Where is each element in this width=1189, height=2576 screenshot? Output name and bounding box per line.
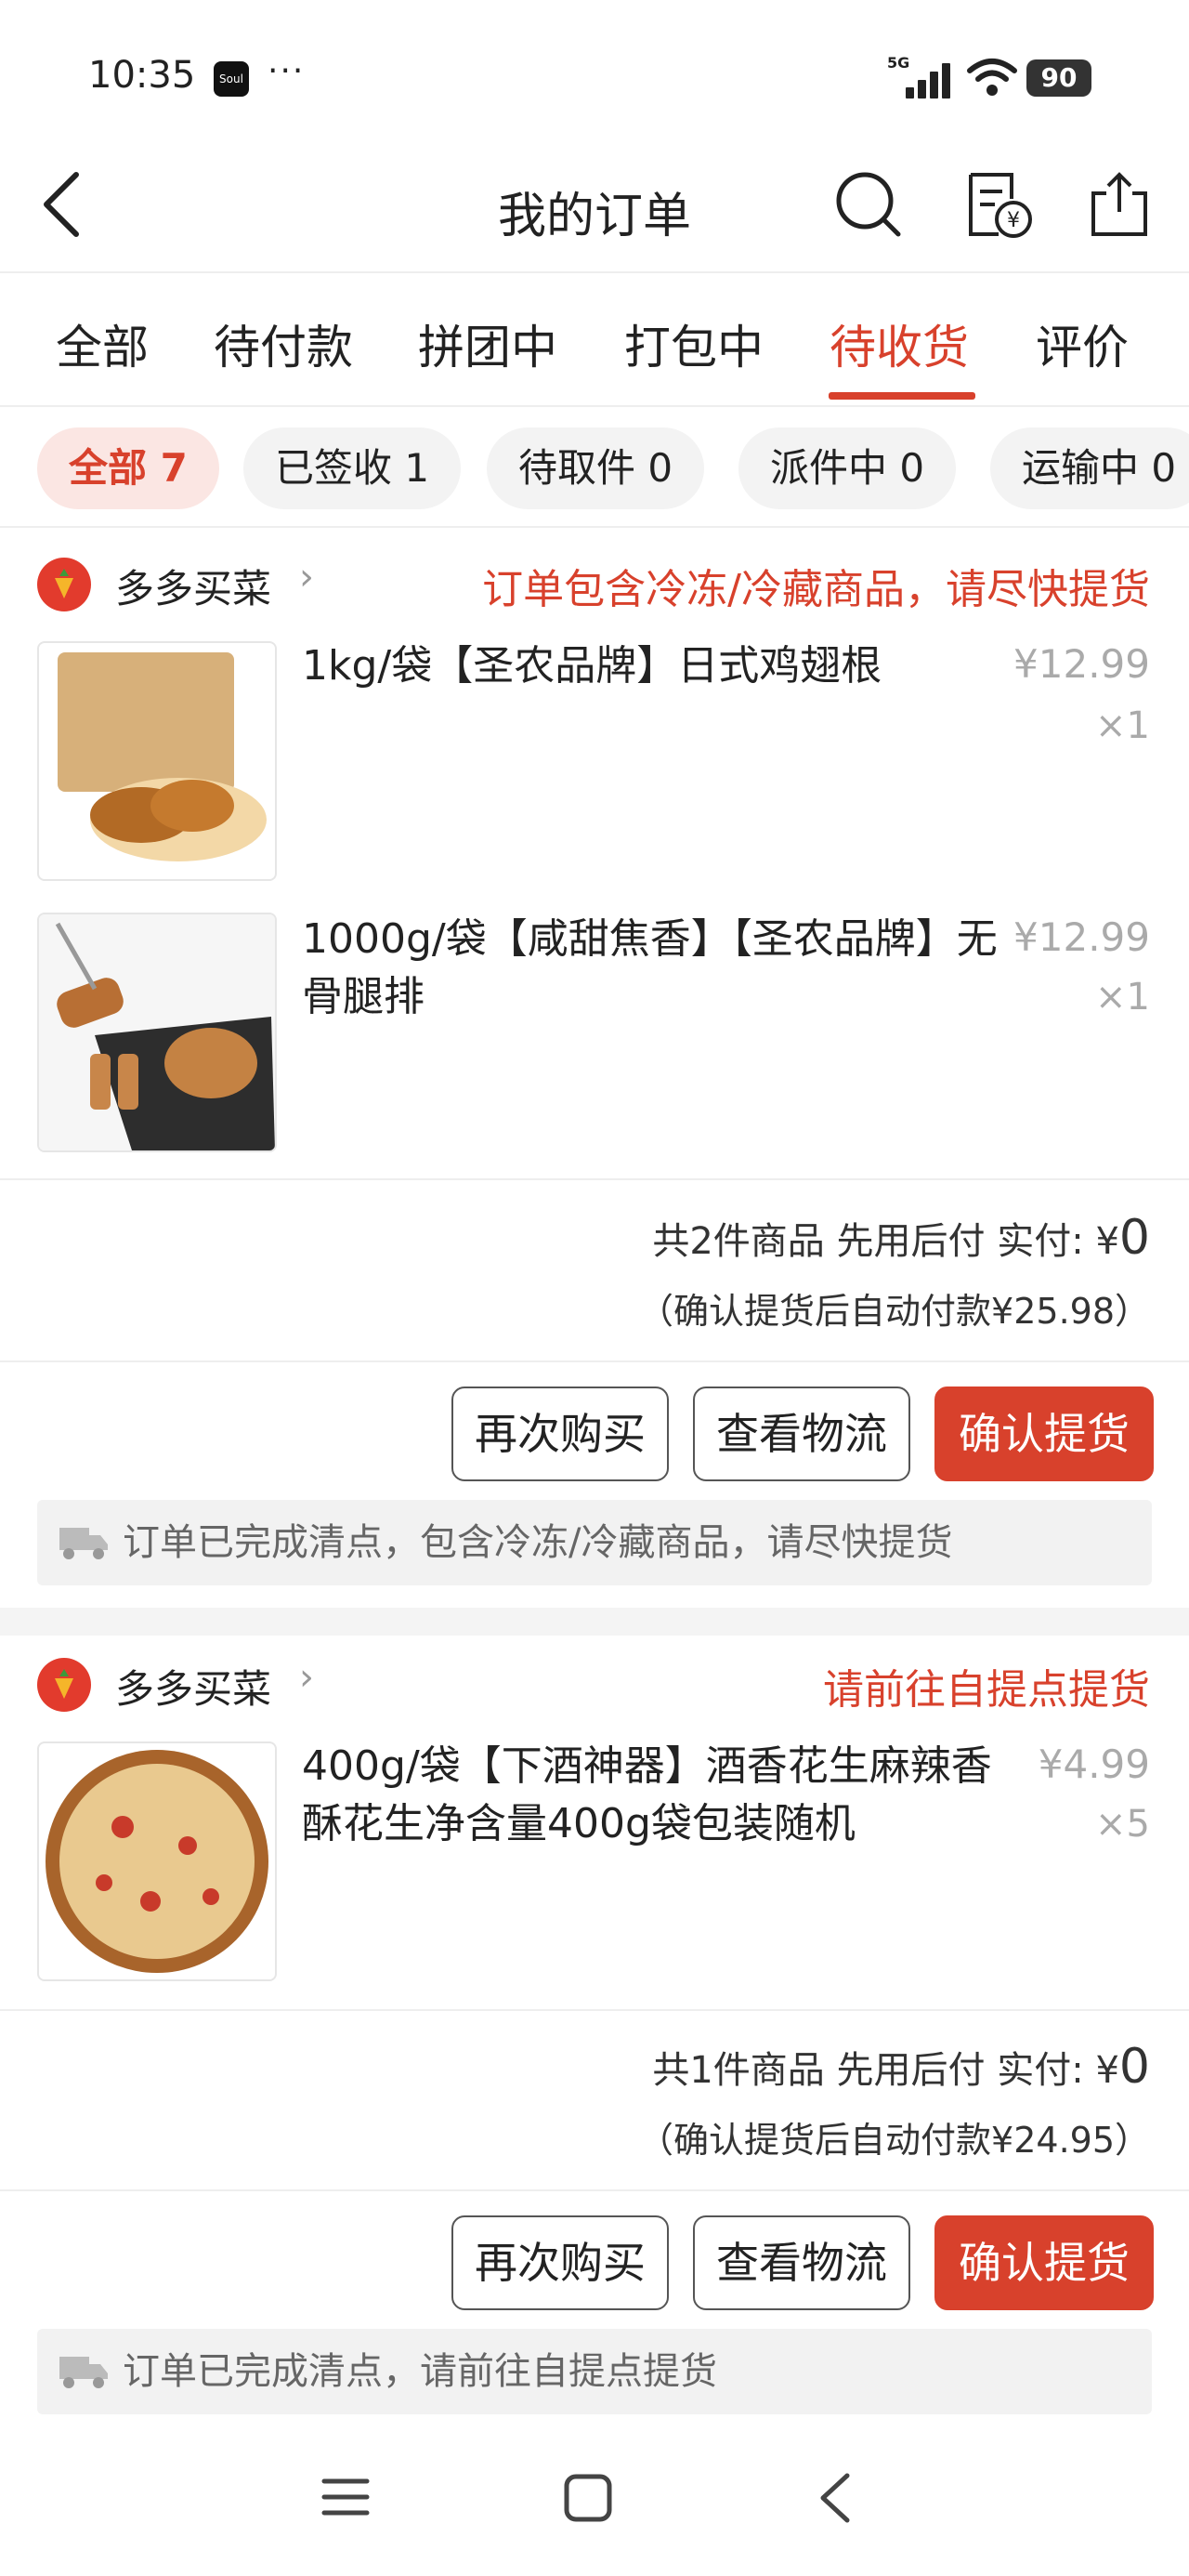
paid-label: 实付: bbox=[997, 2049, 1084, 2092]
product-image-peanuts[interactable] bbox=[37, 1741, 277, 1981]
battery-indicator: 90 bbox=[1026, 59, 1091, 97]
order-status-note: 请前往自提点提货 bbox=[823, 1666, 1150, 1714]
product-name[interactable]: 400g/袋【下酒神器】酒香花生麻辣香 酥花生净含量400g袋包装随机 bbox=[302, 1738, 1008, 1853]
confirm-pickup-button[interactable]: 确认提货 bbox=[934, 2215, 1154, 2310]
order-summary: 共2件商品 先用后付 实付: ¥0 bbox=[652, 1210, 1150, 1266]
banner-text: 订单已完成清点，请前往自提点提货 bbox=[123, 2350, 717, 2393]
tab-to-receive[interactable]: 待收货 bbox=[830, 310, 969, 377]
tab-packing[interactable]: 打包中 bbox=[624, 310, 764, 377]
status-time: 10:35 bbox=[88, 54, 196, 97]
truck-icon bbox=[59, 2357, 108, 2388]
tab-pending-payment[interactable]: 待付款 bbox=[214, 310, 353, 377]
divider bbox=[0, 2189, 1189, 2191]
chip-all[interactable]: 全部 7 bbox=[37, 427, 219, 509]
divider bbox=[0, 2009, 1189, 2011]
currency-symbol: ¥ bbox=[1095, 2049, 1119, 2092]
confirm-pickup-button[interactable]: 确认提货 bbox=[934, 1387, 1154, 1481]
order-tabs: 全部 待付款 拼团中 打包中 待收货 评价 bbox=[0, 273, 1189, 407]
product-name-line: 400g/袋【下酒神器】酒香花生麻辣香 bbox=[302, 1742, 992, 1790]
product-quantity: ×5 bbox=[1095, 1803, 1150, 1846]
paid-amount: 0 bbox=[1118, 1210, 1150, 1266]
chevron-right-icon[interactable]: › bbox=[299, 556, 314, 598]
soul-app-icon: Soul bbox=[214, 61, 249, 97]
chip-delivering[interactable]: 派件中 0 bbox=[738, 427, 957, 509]
chip-awaiting-pickup[interactable]: 待取件 0 bbox=[487, 427, 705, 509]
tab-all[interactable]: 全部 bbox=[56, 310, 149, 377]
product-price: ¥12.99 bbox=[1013, 914, 1150, 960]
product-price: ¥12.99 bbox=[1013, 641, 1150, 687]
active-tab-indicator bbox=[829, 392, 975, 400]
auto-pay-note: （确认提货后自动付款¥24.95） bbox=[638, 2120, 1150, 2161]
system-nav-bar bbox=[0, 2416, 1189, 2576]
signal-icon bbox=[906, 61, 952, 99]
tab-group-buying[interactable]: 拼团中 bbox=[418, 310, 557, 377]
status-bar: 10:35 Soul ··· 5G 90 bbox=[0, 0, 1189, 139]
product-price: ¥4.99 bbox=[1038, 1741, 1150, 1787]
back-nav-icon[interactable] bbox=[816, 2470, 856, 2526]
product-name-line: 酥花生净含量400g袋包装随机 bbox=[302, 1800, 856, 1847]
bill-icon[interactable]: ¥ bbox=[961, 167, 1036, 242]
auto-pay-note: （确认提货后自动付款¥25.98） bbox=[638, 1291, 1150, 1332]
item-count: 共1件商品 bbox=[652, 2049, 825, 2092]
status-filter-chips: 全部 7 已签收 1 待取件 0 派件中 0 运输中 0 bbox=[0, 405, 1189, 528]
buy-again-button[interactable]: 再次购买 bbox=[451, 2215, 669, 2310]
chip-in-transit[interactable]: 运输中 0 bbox=[990, 427, 1189, 509]
product-name[interactable]: 1000g/袋【咸甜焦香】【圣农品牌】无 骨腿排 bbox=[302, 911, 1008, 1026]
truck-icon bbox=[59, 1528, 108, 1559]
recent-apps-icon[interactable] bbox=[320, 2472, 371, 2522]
product-image-boneless-leg[interactable] bbox=[37, 913, 277, 1152]
home-icon[interactable] bbox=[562, 2472, 614, 2524]
tab-review[interactable]: 评价 bbox=[1036, 310, 1129, 377]
paid-label: 实付: bbox=[997, 1220, 1084, 1263]
pay-later-label: 先用后付 bbox=[836, 1220, 986, 1263]
header: 我的订单 ¥ bbox=[0, 139, 1189, 273]
buy-again-button[interactable]: 再次购买 bbox=[451, 1387, 669, 1481]
banner-text: 订单已完成清点，包含冷冻/冷藏商品，请尽快提货 bbox=[123, 1521, 953, 1564]
view-logistics-button[interactable]: 查看物流 bbox=[693, 2215, 910, 2310]
shop-logo-icon bbox=[37, 1658, 91, 1712]
product-quantity: ×1 bbox=[1095, 704, 1150, 747]
more-notifications-icon: ··· bbox=[268, 52, 306, 90]
pay-later-label: 先用后付 bbox=[836, 2049, 986, 2092]
chevron-right-icon[interactable]: › bbox=[299, 1656, 314, 1699]
view-logistics-button[interactable]: 查看物流 bbox=[693, 1387, 910, 1481]
product-quantity: ×1 bbox=[1095, 976, 1150, 1019]
order-status-note: 订单包含冷冻/冷藏商品，请尽快提货 bbox=[482, 566, 1150, 613]
section-gap bbox=[0, 1608, 1189, 1636]
chip-signed[interactable]: 已签收 1 bbox=[243, 427, 462, 509]
product-name-line: 1000g/袋【咸甜焦香】【圣农品牌】无 bbox=[302, 915, 998, 963]
product-name-line: 骨腿排 bbox=[302, 973, 425, 1020]
order-banner: 订单已完成清点，请前往自提点提货 bbox=[37, 2329, 1152, 2414]
order-summary: 共1件商品 先用后付 实付: ¥0 bbox=[652, 2039, 1150, 2095]
shop-name[interactable]: 多多买菜 bbox=[115, 1658, 271, 1715]
share-icon[interactable] bbox=[1082, 167, 1156, 242]
search-icon[interactable] bbox=[831, 167, 906, 242]
svg-text:¥: ¥ bbox=[1007, 209, 1020, 232]
order-banner: 订单已完成清点，包含冷冻/冷藏商品，请尽快提货 bbox=[37, 1500, 1152, 1585]
product-image-chicken-wings[interactable] bbox=[37, 641, 277, 881]
divider bbox=[0, 1178, 1189, 1180]
shop-name[interactable]: 多多买菜 bbox=[115, 558, 271, 614]
currency-symbol: ¥ bbox=[1095, 1220, 1119, 1263]
divider bbox=[0, 1360, 1189, 1362]
product-name[interactable]: 1kg/袋【圣农品牌】日式鸡翅根 bbox=[302, 637, 952, 695]
item-count: 共2件商品 bbox=[652, 1220, 825, 1263]
wifi-icon bbox=[967, 59, 1017, 96]
shop-logo-icon bbox=[37, 558, 91, 611]
paid-amount: 0 bbox=[1118, 2039, 1150, 2095]
